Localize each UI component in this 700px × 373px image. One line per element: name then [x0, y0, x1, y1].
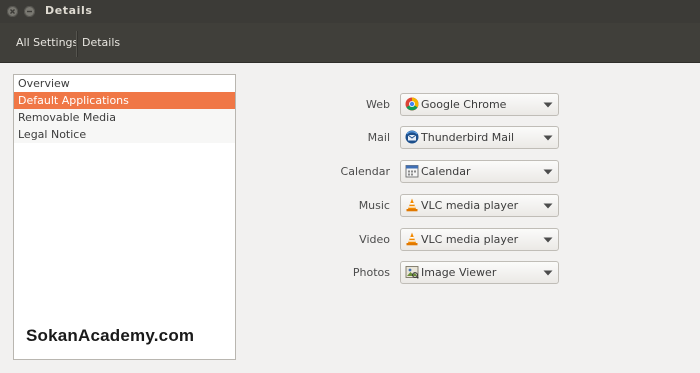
thunderbird-icon	[405, 130, 419, 144]
breadcrumb-separator	[76, 31, 77, 57]
music-app-select[interactable]: VLC media player	[400, 194, 559, 217]
close-icon	[10, 9, 15, 14]
vlc-icon	[406, 198, 418, 212]
breadcrumb-all-settings[interactable]: All Settings	[16, 36, 78, 49]
photos-label: Photos	[352, 266, 390, 279]
default-photos-row: Photos Image Viewer	[300, 261, 560, 285]
video-app-value: VLC media player	[421, 233, 519, 246]
default-calendar-row: Calendar Calendar	[300, 160, 560, 184]
sidebar-item-removable-media[interactable]: Removable Media	[14, 109, 235, 126]
chrome-icon	[405, 97, 419, 111]
chevron-down-icon	[543, 270, 553, 276]
photos-app-select[interactable]: Image Viewer	[400, 261, 559, 284]
calendar-app-value: Calendar	[421, 165, 471, 178]
close-window-button[interactable]	[7, 6, 18, 17]
minimize-icon	[27, 10, 32, 13]
music-label: Music	[358, 199, 390, 212]
web-app-value: Google Chrome	[421, 98, 507, 111]
video-app-select[interactable]: VLC media player	[400, 228, 559, 251]
mail-app-value: Thunderbird Mail	[421, 131, 515, 144]
window-title: Details	[45, 4, 93, 17]
calendar-icon	[405, 165, 419, 178]
sidebar-item-legal-notice[interactable]: Legal Notice	[14, 126, 235, 143]
calendar-app-select[interactable]: Calendar	[400, 160, 559, 183]
watermark: SokanAcademy.com	[26, 326, 195, 345]
toolbar: All Settings Details	[0, 23, 700, 63]
default-music-row: Music VLC media player	[300, 194, 560, 218]
web-app-select[interactable]: Google Chrome	[400, 93, 559, 116]
mail-app-select[interactable]: Thunderbird Mail	[400, 126, 559, 149]
breadcrumb-details[interactable]: Details	[82, 36, 120, 49]
sidebar-item-overview[interactable]: Overview	[14, 75, 235, 92]
title-bar: Details	[0, 0, 700, 23]
chevron-down-icon	[543, 203, 553, 209]
sidebar: Overview Default Applications Removable …	[13, 74, 236, 360]
default-web-row: Web Google Chrome	[300, 93, 560, 117]
vlc-icon	[406, 232, 418, 246]
chevron-down-icon	[543, 102, 553, 108]
web-label: Web	[366, 98, 390, 111]
chevron-down-icon	[543, 135, 553, 141]
calendar-label: Calendar	[340, 165, 390, 178]
sidebar-item-default-applications[interactable]: Default Applications	[14, 92, 235, 109]
minimize-window-button[interactable]	[24, 6, 35, 17]
default-video-row: Video VLC media player	[300, 228, 560, 252]
music-app-value: VLC media player	[421, 199, 519, 212]
chevron-down-icon	[543, 169, 553, 175]
photos-app-value: Image Viewer	[421, 266, 497, 279]
video-label: Video	[359, 233, 390, 246]
default-mail-row: Mail Thunderbird Mail	[300, 126, 560, 150]
mail-label: Mail	[367, 131, 390, 144]
image-viewer-icon	[405, 266, 419, 279]
chevron-down-icon	[543, 237, 553, 243]
